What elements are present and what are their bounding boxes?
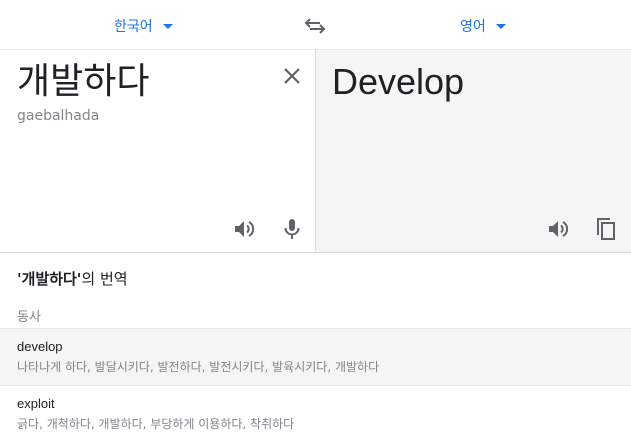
clear-text-button[interactable] xyxy=(280,64,304,88)
source-panel: 개발하다 gaebalhada xyxy=(0,50,316,253)
dictionary-entry[interactable]: exploit 긁다, 개척하다, 개발하다, 부당하게 이용하다, 착취하다 xyxy=(0,385,631,441)
source-language-label: 한국어 xyxy=(114,19,153,35)
source-listen-button[interactable] xyxy=(232,217,256,241)
dictionary-title: '개발하다'의 번역 xyxy=(17,268,128,289)
title-suffix: 의 번역 xyxy=(81,270,128,288)
dictionary-entry[interactable]: develop 나타나게 하다, 발달시키다, 발전하다, 발전시키다, 발육시… xyxy=(0,328,631,385)
target-panel: Develop xyxy=(316,50,631,253)
entry-word: exploit xyxy=(17,396,55,411)
target-language-label: 영어 xyxy=(460,19,486,35)
caret-down-icon xyxy=(495,23,506,29)
language-bar: 한국어 영어 xyxy=(0,0,631,50)
target-language-selector[interactable]: 영어 xyxy=(460,14,506,38)
copy-icon xyxy=(597,218,615,240)
translation-text: Develop xyxy=(332,61,465,102)
swap-icon xyxy=(304,18,326,34)
close-icon xyxy=(284,68,300,84)
speaker-icon xyxy=(235,221,255,237)
caret-down-icon xyxy=(162,23,173,29)
romanization-text: gaebalhada xyxy=(17,108,100,124)
microphone-icon xyxy=(284,219,300,239)
entry-word: develop xyxy=(17,339,63,354)
copy-translation-button[interactable] xyxy=(594,216,618,240)
dictionary-section: '개발하다'의 번역 동사 develop 나타나게 하다, 발달시키다, 발전… xyxy=(0,254,631,441)
entry-meanings: 나타나게 하다, 발달시키다, 발전하다, 발전시키다, 발육시키다, 개발하다 xyxy=(17,360,380,374)
voice-input-button[interactable] xyxy=(280,217,304,241)
title-term: 개발하다 xyxy=(21,270,77,288)
part-of-speech-label: 동사 xyxy=(17,310,41,325)
swap-languages-button[interactable] xyxy=(302,13,328,39)
entry-meanings: 긁다, 개척하다, 개발하다, 부당하게 이용하다, 착취하다 xyxy=(17,417,295,431)
source-language-selector[interactable]: 한국어 xyxy=(114,14,173,38)
source-text-input[interactable]: 개발하다 xyxy=(17,60,149,104)
target-listen-button[interactable] xyxy=(546,217,570,241)
speaker-icon xyxy=(549,221,569,237)
